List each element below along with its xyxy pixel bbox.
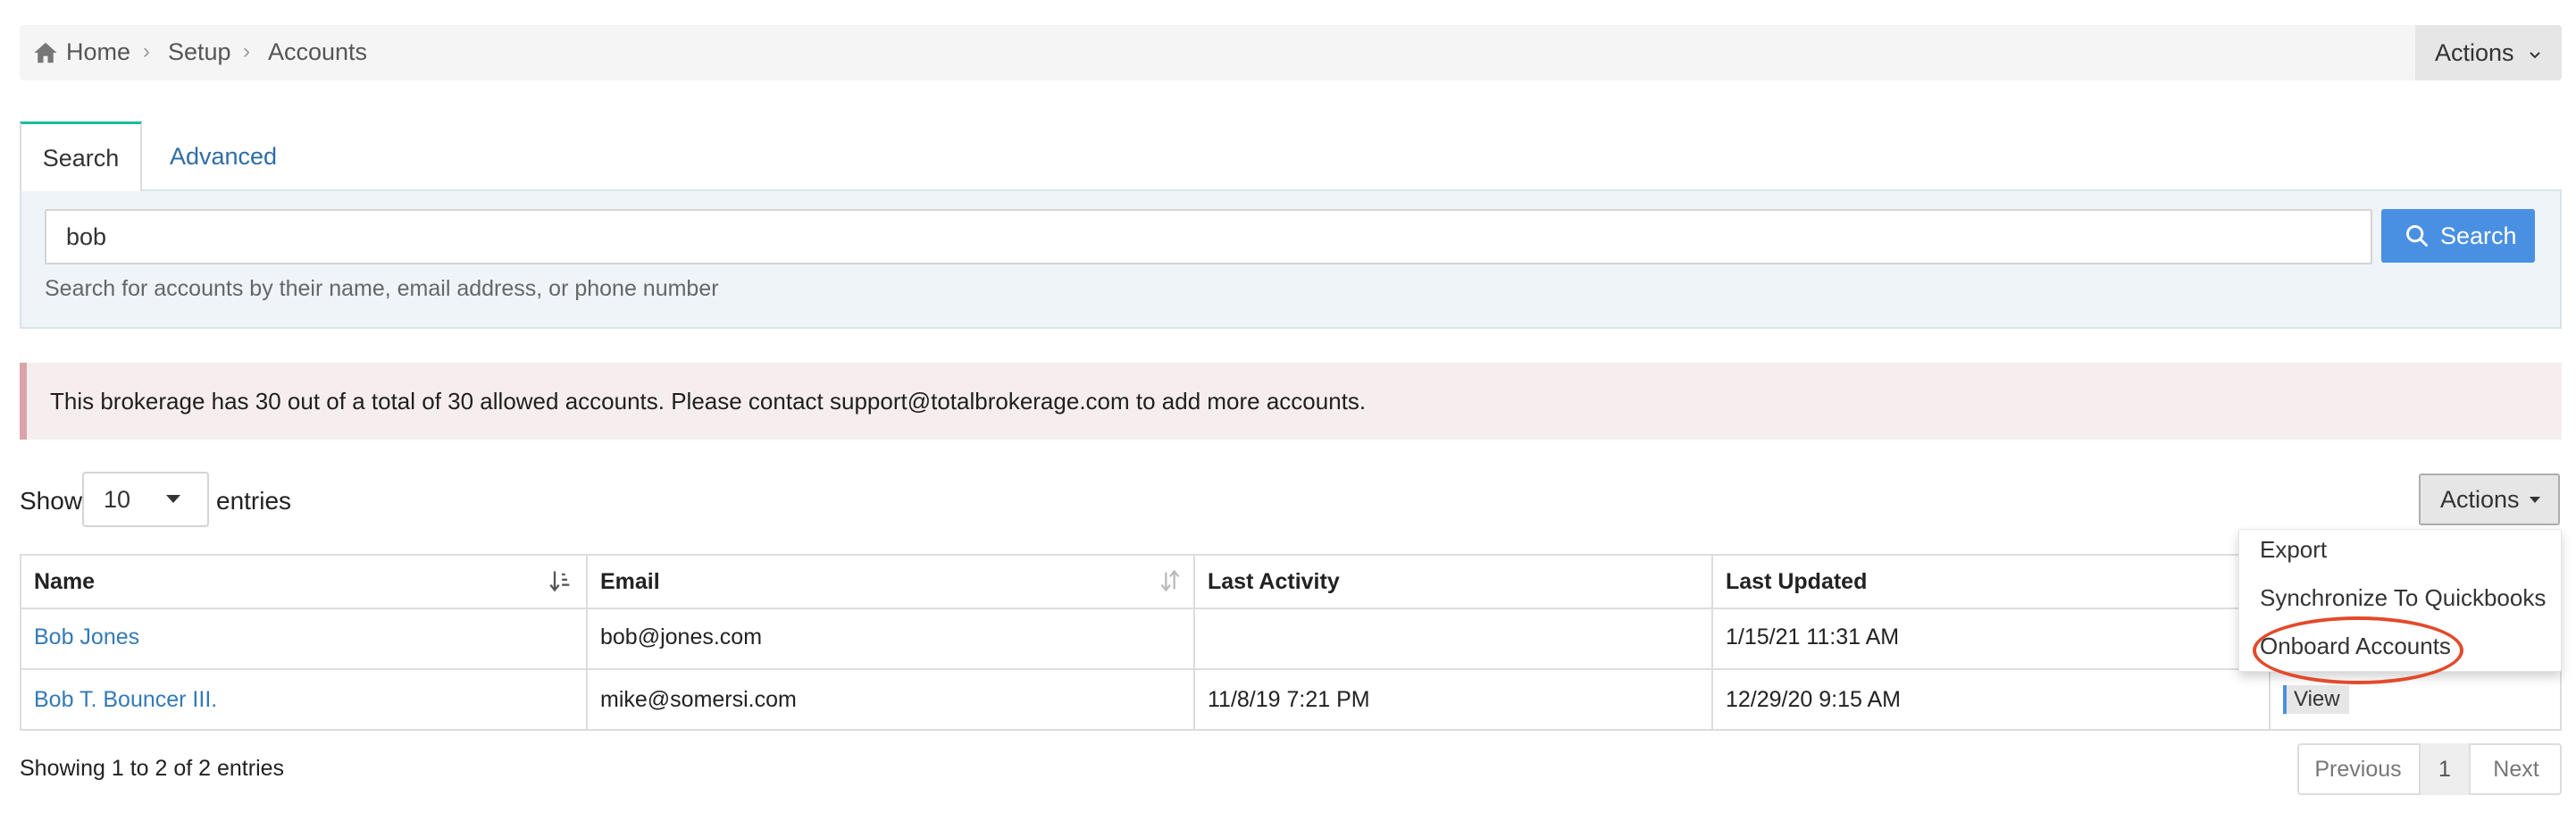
account-email: bob@jones.com xyxy=(600,624,763,649)
account-name-link[interactable]: Bob T. Bouncer III. xyxy=(34,684,217,715)
account-last-activity: 11/8/19 7:21 PM xyxy=(1208,687,1370,712)
search-input[interactable] xyxy=(45,209,2372,264)
tab-advanced[interactable]: Advanced xyxy=(152,122,295,191)
pagination-page-1[interactable]: 1 xyxy=(2421,743,2471,795)
sort-icon[interactable] xyxy=(1158,568,1183,593)
breadcrumb-current: Accounts xyxy=(268,38,368,65)
search-icon xyxy=(2406,225,2428,247)
search-help-text: Search for accounts by their name, email… xyxy=(45,276,719,301)
tab-search[interactable]: Search xyxy=(20,122,142,191)
search-button-label: Search xyxy=(2440,222,2517,249)
menu-item-synchronize-quickbooks[interactable]: Synchronize To Quickbooks xyxy=(2260,582,2546,613)
table-info-text: Showing 1 to 2 of 2 entries xyxy=(20,756,285,781)
column-divider xyxy=(586,554,588,731)
show-label: Show xyxy=(20,487,83,515)
breadcrumb-separator: › xyxy=(143,39,150,63)
column-divider xyxy=(1193,554,1195,731)
account-name-link[interactable]: Bob Jones xyxy=(34,622,139,652)
entries-length-select[interactable]: 10 xyxy=(82,472,209,527)
row-divider xyxy=(20,668,2562,670)
sort-ascending-icon[interactable] xyxy=(548,568,573,593)
top-actions-label: Actions xyxy=(2434,39,2514,66)
column-header-last-updated[interactable]: Last Updated xyxy=(1726,566,1867,597)
entries-label: entries xyxy=(216,487,292,515)
column-divider xyxy=(1711,554,1713,731)
menu-item-export[interactable]: Export xyxy=(2260,534,2327,565)
view-button[interactable]: View xyxy=(2283,685,2349,714)
caret-down-icon xyxy=(2530,497,2540,503)
account-limit-alert: This brokerage has 30 out of a total of … xyxy=(20,363,2562,440)
chevron-down-icon xyxy=(2530,52,2540,59)
annotation-highlight-circle xyxy=(2253,616,2463,684)
row-divider xyxy=(20,608,2562,609)
column-header-email[interactable]: Email xyxy=(600,566,660,597)
top-actions-button[interactable]: Actions xyxy=(2415,25,2562,80)
caret-down-icon xyxy=(166,495,180,503)
pagination-next[interactable]: Next xyxy=(2471,743,2562,795)
column-header-last-activity[interactable]: Last Activity xyxy=(1208,566,1340,597)
home-icon[interactable] xyxy=(32,39,59,66)
account-email: mike@somersi.com xyxy=(600,687,797,712)
account-last-updated: 1/15/21 11:31 AM xyxy=(1726,624,1900,649)
breadcrumb-separator: › xyxy=(243,39,250,63)
account-last-updated: 12/29/20 9:15 AM xyxy=(1726,687,1901,712)
breadcrumb-bar xyxy=(20,25,2562,80)
breadcrumb-home[interactable]: Home xyxy=(66,34,130,70)
breadcrumb-setup[interactable]: Setup xyxy=(168,34,231,70)
column-header-name[interactable]: Name xyxy=(34,566,95,597)
pagination-previous[interactable]: Previous xyxy=(2297,743,2421,795)
search-button[interactable]: Search xyxy=(2381,209,2535,263)
